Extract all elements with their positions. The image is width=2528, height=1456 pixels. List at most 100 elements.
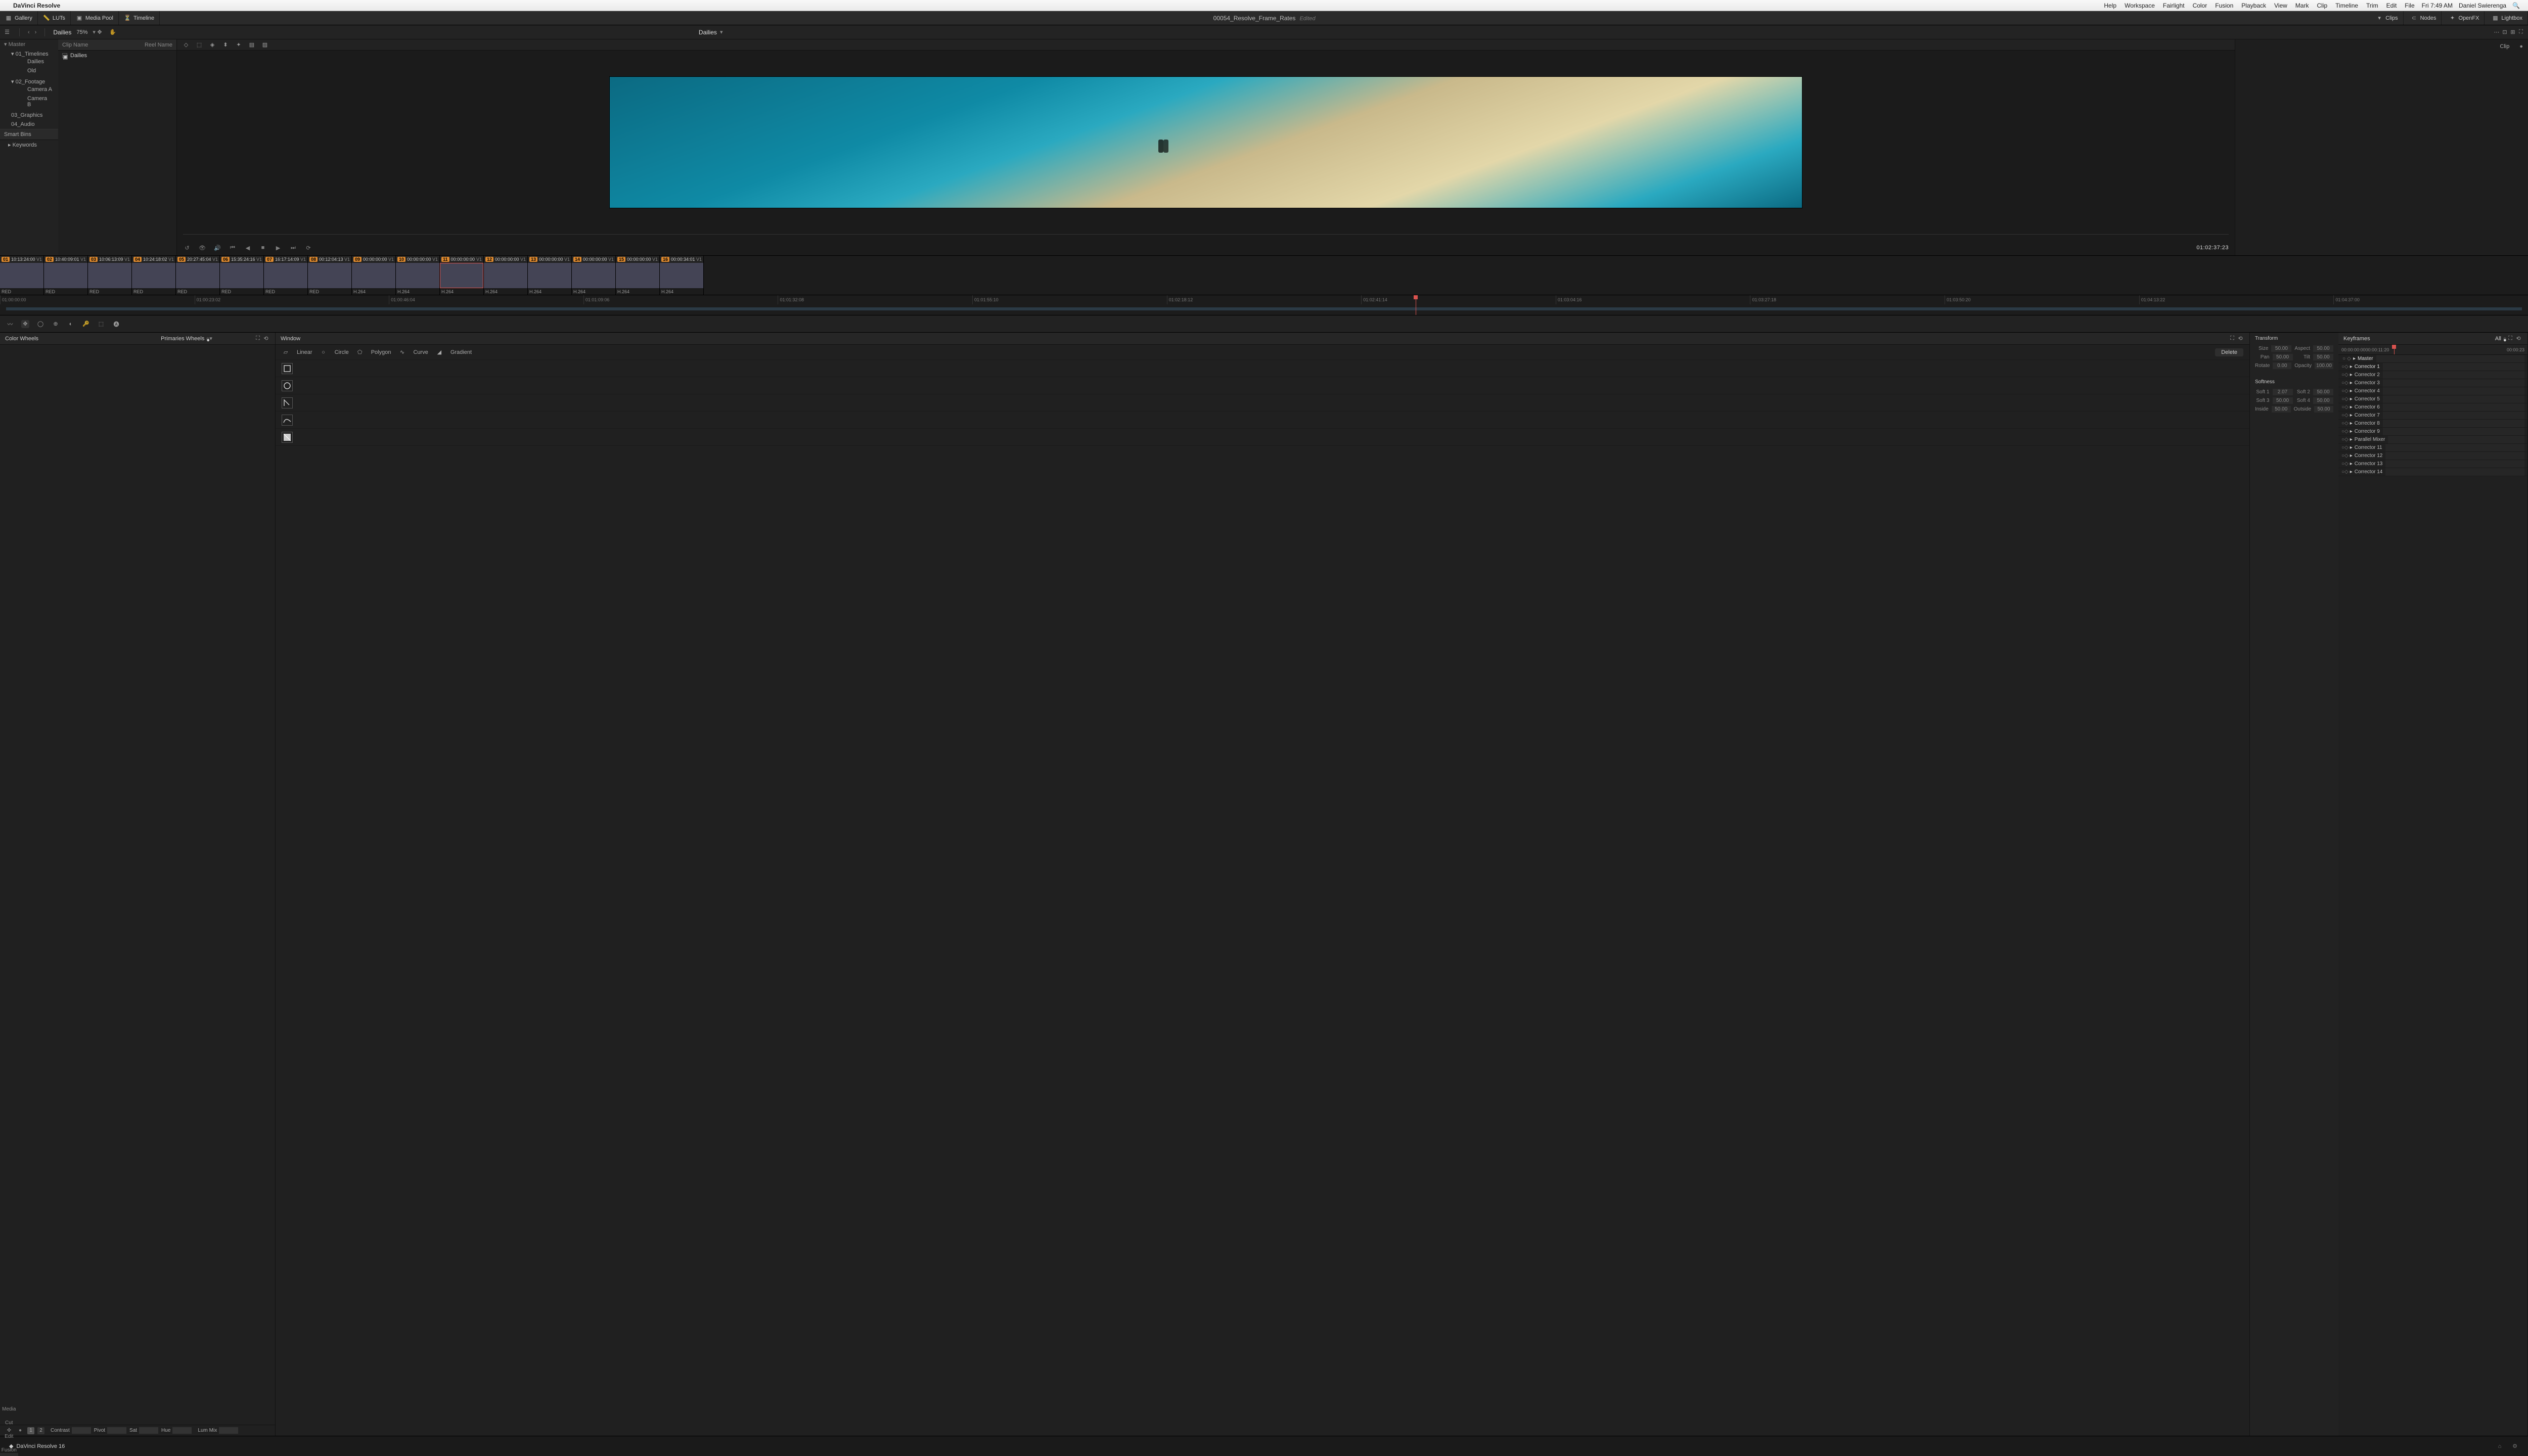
- wheels-lummix-input[interactable]: 100.00: [219, 1427, 238, 1434]
- menu-view[interactable]: View: [2270, 2, 2291, 9]
- qualifier-alt-icon[interactable]: ✜: [5, 1427, 13, 1435]
- sizing-icon[interactable]: ⬚: [97, 320, 105, 328]
- clip-thumbnail[interactable]: 1200:00:00:00V1H.264: [484, 256, 528, 295]
- loop-toggle-icon[interactable]: ⟳: [304, 244, 312, 252]
- settings-gear-icon[interactable]: ⚙: [2511, 1442, 2519, 1450]
- keyframes-corrector-row[interactable]: ○◇▸Corrector 8: [2338, 420, 2527, 428]
- key-icon[interactable]: 🔑: [82, 320, 90, 328]
- loop-icon[interactable]: ↺: [183, 244, 191, 252]
- clip-item-dailies[interactable]: ▣ Dailies: [58, 51, 176, 61]
- wheels-panel-expand-icon[interactable]: ⛶: [254, 335, 262, 343]
- shape-item-rect[interactable]: [276, 360, 2249, 377]
- clip-thumbnail[interactable]: 1000:00:00:00V1H.264: [396, 256, 440, 295]
- qualifier-icon[interactable]: ✥: [21, 320, 29, 328]
- clip-thumbnail[interactable]: 1300:00:00:00V1H.264: [528, 256, 572, 295]
- clip-thumbnail[interactable]: 0900:00:00:00V1H.264: [352, 256, 396, 295]
- stop-icon[interactable]: ■: [259, 244, 267, 252]
- tracking-icon[interactable]: ⊕: [52, 320, 60, 328]
- page-tab-media[interactable]: Media: [0, 1398, 18, 1412]
- tree-sub-cameraA[interactable]: Camera A: [11, 85, 55, 94]
- windows-icon[interactable]: ◯: [36, 320, 44, 328]
- shape-item-circle[interactable]: [276, 377, 2249, 394]
- fit-icon[interactable]: ⊡: [2501, 28, 2509, 36]
- wheels-hue-input[interactable]: 50.00: [172, 1427, 192, 1434]
- panel-menu-icon[interactable]: ☰: [3, 28, 11, 36]
- clip-thumbnail[interactable]: 0716:17:14:09V1RED: [264, 256, 308, 295]
- menu-color[interactable]: Color: [2189, 2, 2211, 9]
- menu-fusion[interactable]: Fusion: [2211, 2, 2237, 9]
- expand-icon[interactable]: ⛶: [2517, 28, 2525, 36]
- mini-timeline[interactable]: 01:00:00:0001:00:23:0201:00:46:0401:01:0…: [0, 295, 2528, 315]
- shape-item-pen[interactable]: [276, 394, 2249, 412]
- menu-fairlight[interactable]: Fairlight: [2159, 2, 2189, 9]
- clip-thumbnail[interactable]: 1600:00:34:01V1H.264: [660, 256, 704, 295]
- forward-arrow[interactable]: ›: [35, 29, 37, 35]
- shape-linear-icon[interactable]: ▱: [282, 348, 290, 356]
- tree-master-row[interactable]: ▾ Master: [0, 39, 58, 49]
- wheels-panel-reset-icon[interactable]: ⟲: [262, 335, 270, 343]
- menu-mark[interactable]: Mark: [2291, 2, 2313, 9]
- auto-page-2-btn[interactable]: 2: [37, 1427, 44, 1434]
- clip-thumbnail[interactable]: 0520:27:45:04V1RED: [176, 256, 220, 295]
- keyframes-corrector-row[interactable]: ○◇▸Parallel Mixer: [2338, 436, 2527, 444]
- menu-clip[interactable]: Clip: [2313, 2, 2331, 9]
- keyframes-playhead[interactable]: [2394, 345, 2395, 354]
- auto-page-1-btn[interactable]: 1: [27, 1427, 34, 1434]
- more-icon[interactable]: ⋯: [2493, 28, 2501, 36]
- wheels-panel-arrow[interactable]: ▾: [209, 335, 212, 342]
- cursor-icon[interactable]: ✥: [96, 28, 104, 36]
- back-arrow[interactable]: ‹: [28, 29, 30, 35]
- clip-thumbnail[interactable]: 0615:35:24:16V1RED: [220, 256, 264, 295]
- keyframes-corrector-row[interactable]: ○◇▸Corrector 7: [2338, 412, 2527, 420]
- clip-thumbnail[interactable]: 0310:06:13:09V1RED: [88, 256, 132, 295]
- tree-sub-cameraB[interactable]: Camera B: [11, 94, 55, 109]
- play-reverse-icon[interactable]: ◀: [244, 244, 252, 252]
- tree-folder-01timelines[interactable]: ▾ 01_Timelines Dailies Old: [0, 49, 58, 77]
- shape-curve-icon[interactable]: ∿: [398, 348, 406, 356]
- lightbox-toggle[interactable]: ▦Lightbox: [2485, 11, 2528, 25]
- keyframes-corrector-row[interactable]: ○◇▸Corrector 14: [2338, 468, 2527, 476]
- menu-help[interactable]: Help: [2100, 2, 2120, 9]
- prev-clip-icon[interactable]: ⏮: [229, 244, 237, 252]
- tree-folder-04audio[interactable]: 04_Audio: [0, 120, 58, 129]
- clip-thumbnail[interactable]: 1400:00:00:00V1H.264: [572, 256, 616, 295]
- eye-icon[interactable]: 👁: [198, 244, 206, 252]
- grab-icon[interactable]: ✋: [109, 28, 117, 36]
- keyframes-expand-icon[interactable]: ⛶: [2506, 335, 2514, 343]
- window-delete-button[interactable]: Delete: [2215, 348, 2243, 356]
- viewer-scrubber[interactable]: [183, 234, 2229, 240]
- wheels-pivot-input[interactable]: 0.435: [107, 1427, 126, 1434]
- keyframes-all-dropdown[interactable]: All: [2495, 336, 2501, 342]
- play-icon[interactable]: ▶: [274, 244, 282, 252]
- volume-icon[interactable]: 🔊: [213, 244, 221, 252]
- tree-sub-dailies[interactable]: Dailies: [11, 57, 55, 66]
- page-tab-color[interactable]: Color: [0, 1453, 18, 1456]
- menu-edit[interactable]: Edit: [2382, 2, 2401, 9]
- clip-thumbnail[interactable]: 1100:00:00:00V1H.264: [440, 256, 484, 295]
- subheader-center-dropdown[interactable]: ▾: [720, 29, 723, 35]
- shape-circle-icon[interactable]: ○: [320, 348, 328, 356]
- keyframes-corrector-row[interactable]: ○◇▸Corrector 3: [2338, 379, 2527, 387]
- openfx-toggle[interactable]: ✦OpenFX: [2442, 11, 2485, 25]
- clips-toggle[interactable]: ▾Clips: [2369, 11, 2403, 25]
- shape-polygon-icon[interactable]: ⬠: [356, 348, 364, 356]
- curves-icon[interactable]: 〰: [6, 320, 14, 328]
- keyframes-reset-icon[interactable]: ⟲: [2514, 335, 2522, 343]
- keyframes-corrector-row[interactable]: ○◇▸Corrector 12: [2338, 452, 2527, 460]
- next-clip-icon[interactable]: ⏭: [289, 244, 297, 252]
- snap-icon[interactable]: ⊞: [2509, 28, 2517, 36]
- menu-timeline[interactable]: Timeline: [2331, 2, 2362, 9]
- wheels-panel-mode[interactable]: Primaries Wheels: [161, 336, 204, 342]
- window-panel-reset-icon[interactable]: ⟲: [2236, 335, 2244, 343]
- keyframes-corrector-row[interactable]: ○◇▸Corrector 5: [2338, 395, 2527, 403]
- smartbin-keywords[interactable]: ▸ Keywords: [0, 140, 58, 150]
- keyframes-corrector-row[interactable]: ○◇▸Corrector 13: [2338, 460, 2527, 468]
- luts-toggle[interactable]: 📏LUTs: [38, 11, 71, 25]
- page-tab-cut[interactable]: Cut: [0, 1412, 18, 1426]
- menu-file[interactable]: File: [2401, 2, 2418, 9]
- clip-thumbnail[interactable]: 0110:13:24:00V1RED: [0, 256, 44, 295]
- nodes-toggle[interactable]: ⊂Nodes: [2404, 11, 2442, 25]
- keyframes-corrector-row[interactable]: ○◇▸Corrector 11: [2338, 444, 2527, 452]
- timeline-toggle[interactable]: ⏳Timeline: [119, 11, 160, 25]
- keyframes-corrector-row[interactable]: ○◇▸Corrector 6: [2338, 403, 2527, 412]
